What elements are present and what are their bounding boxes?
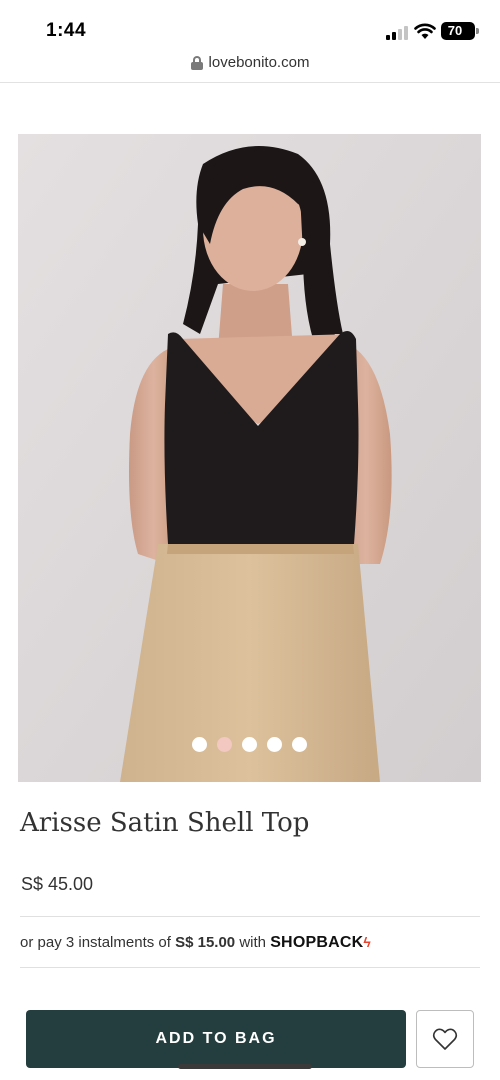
divider <box>20 916 480 917</box>
instalment-with: with <box>239 934 267 951</box>
instalment-info[interactable]: or pay 3 instalments of S$ 15.00 with SH… <box>20 934 371 952</box>
carousel-dot-2-active[interactable] <box>217 737 232 752</box>
product-price: S$ 45.00 <box>21 874 94 894</box>
heart-icon <box>432 1028 458 1050</box>
battery-icon: 70 <box>441 22 479 40</box>
address-bar[interactable]: lovebonito.com <box>0 52 500 82</box>
product-image-carousel[interactable] <box>18 134 481 782</box>
divider <box>20 967 480 968</box>
wishlist-button[interactable] <box>416 1010 474 1068</box>
shopback-logo: SHOPBACK <box>270 934 364 951</box>
wifi-icon <box>414 22 436 40</box>
add-to-bag-button[interactable]: ADD TO BAG <box>26 1010 406 1068</box>
instalment-amount: S$ 15.00 <box>175 934 236 951</box>
carousel-dot-4[interactable] <box>267 737 282 752</box>
status-bar: 1:44 70 <box>0 0 500 48</box>
product-photo <box>18 134 481 782</box>
carousel-dot-3[interactable] <box>242 737 257 752</box>
url-text[interactable]: lovebonito.com <box>209 54 310 71</box>
signal-icon <box>386 26 408 40</box>
shopback-bolt-icon: ϟ <box>363 934 371 950</box>
battery-level: 70 <box>447 23 463 38</box>
carousel-dot-5[interactable] <box>292 737 307 752</box>
divider <box>0 82 500 83</box>
carousel-dots[interactable] <box>18 737 481 752</box>
instalment-prefix: or pay 3 instalments of <box>20 934 171 951</box>
carousel-dot-1[interactable] <box>192 737 207 752</box>
home-indicator <box>178 1064 312 1069</box>
status-time: 1:44 <box>46 20 87 41</box>
lock-icon <box>190 55 203 70</box>
product-name: Arisse Satin Shell Top <box>20 808 310 838</box>
